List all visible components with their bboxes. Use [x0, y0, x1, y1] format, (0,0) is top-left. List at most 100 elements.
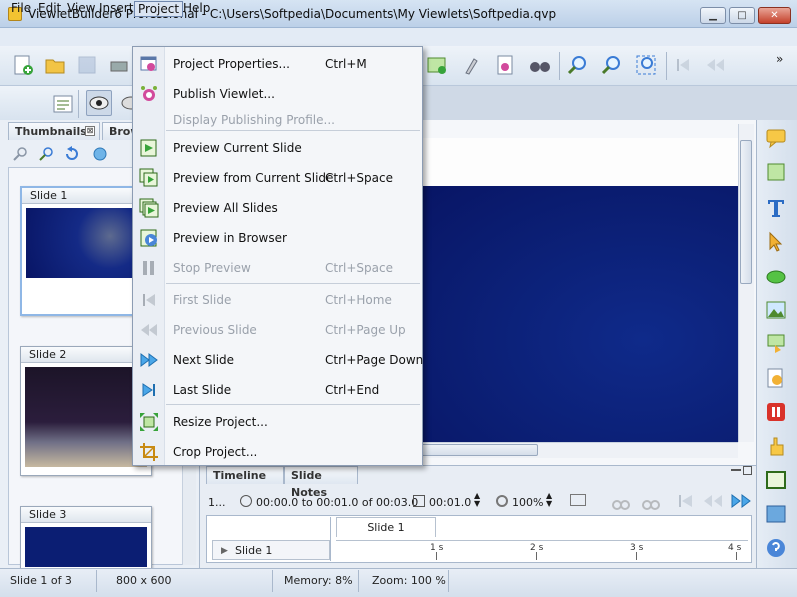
fit-timeline-icon[interactable]	[570, 494, 586, 506]
menu-item-label: Preview from Current Slide	[173, 171, 334, 185]
menu-item-shortcut: Ctrl+Page Up	[325, 323, 406, 337]
zoom-fit-icon[interactable]	[633, 52, 659, 78]
menu-item-next-slide[interactable]: Next Slide Ctrl+Page Down	[133, 345, 423, 375]
menu-item-previous-slide[interactable]: Previous Slide Ctrl+Page Up	[133, 315, 422, 345]
publish-icon	[139, 84, 159, 104]
zoom-stepper-icon[interactable]: ▲ ▼	[546, 492, 552, 508]
menu-view[interactable]: View	[64, 1, 98, 17]
print-icon[interactable]	[106, 52, 132, 78]
help-icon[interactable]	[764, 536, 788, 560]
menu-item-label: Project Properties...	[173, 57, 290, 71]
menu-project[interactable]: Project	[134, 1, 184, 17]
time-range: 00:00.0 to 00:01.0 of 00:03.0	[256, 496, 419, 509]
shape-icon[interactable]	[764, 264, 788, 288]
menu-item-preview-all-slides[interactable]: Preview All Slides	[133, 193, 422, 223]
insert-image-icon[interactable]	[424, 52, 450, 78]
new-project-icon[interactable]	[10, 52, 36, 78]
zoom-out-thumb-icon[interactable]	[10, 143, 30, 165]
menu-item-project-properties[interactable]: Project Properties... Ctrl+M	[133, 49, 422, 79]
menu-item-preview-current-slide[interactable]: Preview Current Slide	[133, 133, 422, 163]
slide-label: Slide 1	[22, 188, 150, 204]
image-icon[interactable]	[764, 298, 788, 322]
tab-slide-notes[interactable]: Slide Notes	[284, 466, 358, 499]
expand-arrow-icon[interactable]: ▶	[221, 541, 228, 561]
menu-item-resize-project[interactable]: Resize Project...	[133, 407, 422, 437]
menu-item-crop-project[interactable]: Crop Project...	[133, 437, 422, 467]
audio-icon[interactable]	[492, 52, 518, 78]
zoom-in-icon[interactable]	[564, 52, 590, 78]
toolbar-overflow-icon[interactable]: »	[776, 52, 783, 66]
timeline-row-slide[interactable]: ▶ Slide 1	[212, 540, 330, 560]
status-separator	[272, 570, 273, 592]
maximize-panel-icon[interactable]	[743, 466, 752, 475]
callout-icon[interactable]	[764, 126, 788, 150]
menu-item-last-slide[interactable]: Last Slide Ctrl+End	[133, 375, 422, 405]
hand-icon[interactable]	[764, 434, 788, 458]
previous-slide-icon	[139, 320, 159, 340]
menu-item-stop-preview[interactable]: Stop Preview Ctrl+Space	[133, 253, 422, 283]
flash-icon[interactable]	[764, 366, 788, 390]
timeline-ruler[interactable]: 1 s 2 s 3 s 4 s	[336, 540, 748, 560]
slide-thumbnail[interactable]: Slide 3	[20, 506, 152, 576]
menu-item-first-slide[interactable]: First Slide Ctrl+Home	[133, 285, 422, 315]
rotate-right-icon[interactable]	[90, 143, 110, 165]
menu-item-label: Next Slide	[173, 353, 235, 367]
slide-label: Slide 3	[21, 507, 151, 523]
menu-item-label: Crop Project...	[173, 445, 258, 459]
slide-image-icon[interactable]	[764, 502, 788, 526]
maximize-button[interactable]: □	[729, 7, 755, 24]
close-tab-icon[interactable]: ⊠	[85, 126, 95, 136]
status-zoom: Zoom: 100 %	[372, 574, 446, 587]
preview-from-icon	[139, 168, 159, 188]
note-icon[interactable]	[764, 160, 788, 184]
menu-insert[interactable]: Insert	[96, 1, 136, 17]
menu-item-shortcut: Ctrl+End	[325, 383, 380, 397]
stage-vertical-scroll-thumb[interactable]	[740, 140, 752, 284]
button-icon[interactable]	[764, 332, 788, 356]
toolbar-separator	[78, 90, 79, 118]
menu-item-label: Preview in Browser	[173, 231, 287, 245]
timeline-previous-icon[interactable]	[702, 491, 724, 511]
menu-edit[interactable]: Edit	[35, 1, 64, 17]
text-icon[interactable]	[764, 196, 788, 220]
binoculars-icon[interactable]	[527, 52, 553, 78]
stage-canvas[interactable]	[420, 186, 738, 442]
properties-icon	[139, 54, 159, 74]
zoom-value[interactable]: 100%	[512, 496, 543, 509]
menu-item-preview-from-current-slide[interactable]: Preview from Current Slide Ctrl+Space	[133, 163, 422, 193]
menu-item-preview-in-browser[interactable]: Preview in Browser	[133, 223, 422, 253]
text-entry-icon[interactable]	[764, 468, 788, 492]
pause-object-icon[interactable]	[764, 400, 788, 424]
timeline-next-icon[interactable]	[730, 491, 752, 511]
menu-file[interactable]: File	[8, 1, 34, 17]
duration-stepper-icon[interactable]: ▲ ▼	[474, 492, 480, 508]
eye-icon[interactable]	[86, 90, 112, 116]
duration-value[interactable]: 00:01.0	[429, 496, 471, 509]
save-icon[interactable]	[74, 52, 100, 78]
tab-timeline[interactable]: Timeline	[206, 466, 284, 484]
timeline-first-icon[interactable]	[676, 491, 696, 511]
minimize-button[interactable]: ▁	[700, 7, 726, 24]
menu-help[interactable]: Help	[180, 1, 213, 17]
ruler-label: 3 s	[630, 543, 644, 553]
duration-icon	[413, 495, 425, 507]
unlink-icon[interactable]	[640, 491, 662, 511]
previous-slide-icon[interactable]	[702, 52, 728, 78]
timeline-index: 1...	[208, 496, 226, 509]
brush-icon[interactable]	[458, 52, 484, 78]
menu-separator	[166, 130, 420, 131]
rotate-left-icon[interactable]	[62, 143, 82, 165]
ruler-label: 2 s	[530, 543, 544, 553]
first-slide-icon[interactable]	[670, 52, 696, 78]
minimize-panel-icon[interactable]	[731, 469, 741, 471]
pointer-icon[interactable]	[764, 230, 788, 254]
close-button[interactable]: ✕	[758, 7, 791, 24]
link-icon[interactable]	[610, 491, 632, 511]
zoom-out-icon[interactable]	[598, 52, 624, 78]
zoom-in-thumb-icon[interactable]	[36, 143, 56, 165]
properties-view-icon[interactable]	[50, 91, 76, 117]
status-separator	[96, 570, 97, 592]
open-folder-icon[interactable]	[42, 52, 68, 78]
crop-icon	[139, 442, 159, 462]
stage-horizontal-scroll-thumb[interactable]	[420, 444, 538, 456]
